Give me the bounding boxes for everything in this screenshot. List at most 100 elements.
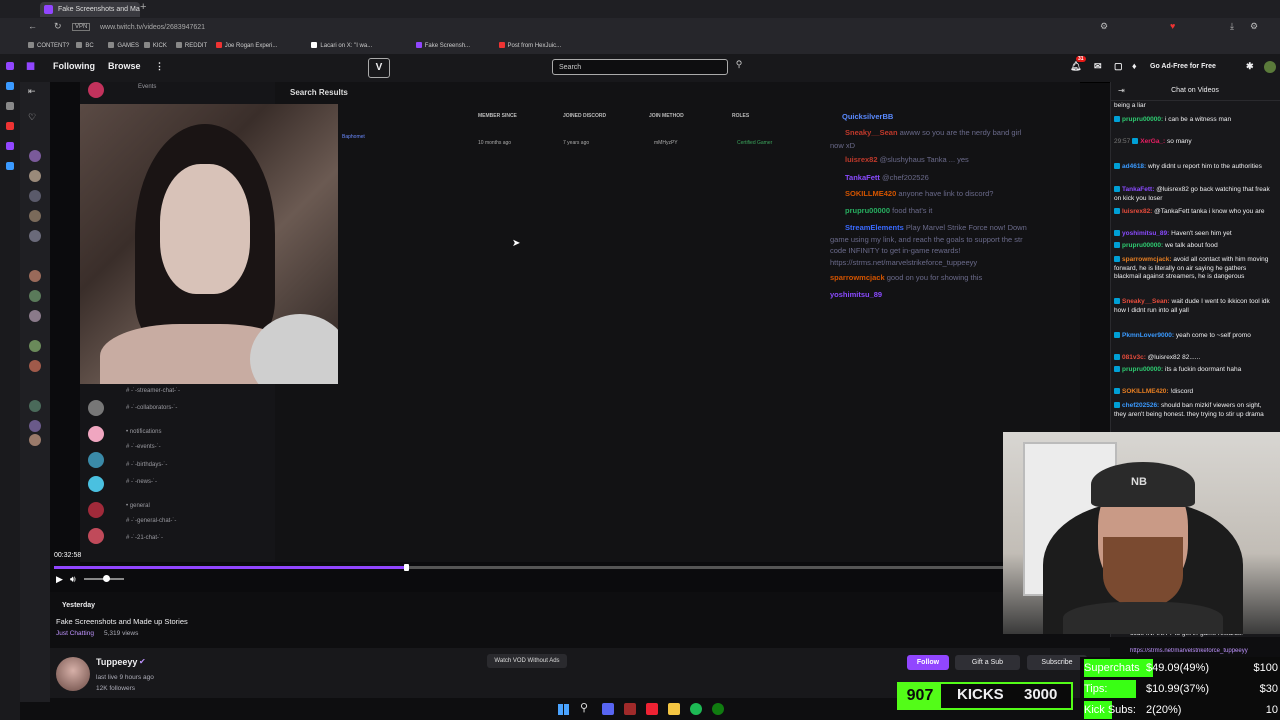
channel-avatar[interactable] <box>29 310 41 322</box>
settings-icon[interactable]: ⚙ <box>1250 21 1258 32</box>
spotify-icon[interactable] <box>690 703 702 715</box>
bookmark-item[interactable]: Lacari on X: "I wa... <box>311 40 372 52</box>
chat-username[interactable]: luisrex82: <box>1122 208 1152 215</box>
search-input[interactable]: Search <box>552 59 728 75</box>
channel-avatar[interactable] <box>29 170 41 182</box>
extensions-icon[interactable]: ⚙ <box>1100 21 1108 32</box>
nav-following[interactable]: Following <box>53 61 95 71</box>
channel-name[interactable]: Tuppeeyy <box>96 657 137 667</box>
watch-vod-without-ads-button[interactable]: Watch VOD Without Ads <box>487 654 567 668</box>
back-icon[interactable]: ← <box>28 21 37 31</box>
channel-avatar[interactable] <box>29 270 41 282</box>
chat-username[interactable]: yoshimitsu_89: <box>1122 230 1169 237</box>
discord-icon[interactable] <box>602 703 614 715</box>
channel-avatar[interactable] <box>29 230 41 242</box>
whispers-icon[interactable]: ▢ <box>1114 61 1123 72</box>
download-icon[interactable]: ⤓ <box>1230 21 1234 32</box>
chat-username[interactable]: prupru00000: <box>1122 242 1163 249</box>
bookmark-label: Lacari on X: "I wa... <box>320 43 373 49</box>
search-icon[interactable]: ⚲ <box>580 701 592 714</box>
channel-avatar[interactable] <box>29 434 41 446</box>
bookmark-item[interactable]: Fake Screensh... <box>415 40 471 52</box>
vod-logo-icon: V <box>368 58 390 78</box>
channel-avatar[interactable] <box>29 420 41 432</box>
follow-button[interactable]: Follow <box>907 655 949 670</box>
twitch-shortcut-icon[interactable] <box>6 62 14 70</box>
chat-text: now xD <box>830 141 856 150</box>
browser-icon[interactable] <box>646 703 658 715</box>
inbox-icon[interactable]: ✉ <box>1094 61 1102 72</box>
bookmark-label: Post from HexJuic... <box>507 43 562 49</box>
user-avatar[interactable] <box>1264 61 1276 73</box>
shortcut-icon[interactable] <box>6 142 14 150</box>
chat-badge-icon <box>1114 242 1120 249</box>
extension-icon[interactable]: ✱ <box>1246 61 1254 72</box>
bookmark-item[interactable]: REDDIT <box>175 40 207 52</box>
channel-avatar[interactable] <box>29 290 41 302</box>
messenger-shortcut-icon[interactable] <box>6 82 14 90</box>
chat-message: sparrowmcjack: avoid all contact with hi… <box>1114 256 1274 282</box>
chat-username[interactable]: ad4618: <box>1122 163 1146 170</box>
channel-avatar[interactable] <box>29 150 41 162</box>
windows-start-icon[interactable] <box>558 704 569 715</box>
channel-avatar[interactable] <box>29 400 41 412</box>
bookmark-item[interactable]: BC <box>76 40 94 52</box>
chat-username[interactable]: PkmnLover9000: <box>1122 332 1174 339</box>
notification-count-badge: 31 <box>1076 56 1086 62</box>
reload-icon[interactable]: ↻ <box>54 21 62 32</box>
seek-handle[interactable] <box>403 564 409 571</box>
more-icon[interactable]: ⋮ <box>155 61 164 72</box>
channel-avatar[interactable] <box>29 340 41 352</box>
url-field[interactable]: www.twitch.tv/videos/2683947621 <box>100 21 205 35</box>
chat-username[interactable]: 081v3c: <box>1122 354 1146 361</box>
channel-avatar[interactable] <box>29 190 41 202</box>
collapse-icon[interactable]: ⇤ <box>28 86 36 97</box>
new-tab-button[interactable]: + <box>140 1 146 13</box>
chat-text: its a fuckin doormant haha <box>1165 366 1242 373</box>
browser-tab[interactable]: Fake Screenshots and Ma <box>40 2 140 17</box>
chat-username[interactable]: Sneaky__Sean: <box>1122 298 1170 305</box>
screenshot-chat-line: yoshimitsu_89 <box>830 290 882 299</box>
bookmark-label: Fake Screensh... <box>424 43 471 49</box>
channel-avatar[interactable] <box>29 360 41 372</box>
go-ad-free-button[interactable]: Go Ad-Free for Free <box>1150 59 1230 75</box>
prime-icon[interactable]: ♦ <box>1132 61 1137 71</box>
subscribe-button[interactable]: Subscribe <box>1027 655 1087 670</box>
xbox-icon[interactable] <box>712 703 724 715</box>
shortcut-icon[interactable] <box>6 122 14 130</box>
search-icon[interactable]: ⚲ <box>731 59 747 75</box>
notifications-icon[interactable]: 🔔︎ <box>1070 61 1081 72</box>
volume-handle[interactable] <box>103 575 110 582</box>
shortcut-icon[interactable] <box>6 102 14 110</box>
play-icon[interactable]: ▶ <box>56 574 63 585</box>
collapse-chat-icon[interactable]: ⇥ <box>1118 86 1125 95</box>
channel-avatar[interactable] <box>56 657 90 691</box>
mouse-cursor-icon: ➤ <box>512 238 521 249</box>
twitch-logo-icon[interactable]: ◼ <box>26 59 35 72</box>
chat-username[interactable]: SOKILLME420: <box>1122 388 1169 395</box>
volume-icon[interactable]: 🔊︎ <box>70 574 76 585</box>
nav-browse[interactable]: Browse <box>108 61 141 71</box>
heart-icon[interactable]: ♥ <box>1170 21 1175 31</box>
bookmark-item[interactable]: GAMES <box>108 40 139 52</box>
chat-username[interactable]: TankaFett: <box>1122 186 1154 193</box>
shortcut-icon[interactable] <box>6 162 14 170</box>
chat-username[interactable]: prupru00000: <box>1122 366 1163 373</box>
bookmark-label: Joe Rogan Experi... <box>224 43 278 49</box>
chat-username[interactable]: XerGa_: <box>1140 138 1165 145</box>
bookmark-item[interactable]: Joe Rogan Experi... <box>215 40 278 52</box>
video-category[interactable]: Just Chatting <box>56 630 94 637</box>
chat-username[interactable]: chef202526: <box>1122 402 1159 409</box>
channel-avatar[interactable] <box>29 210 41 222</box>
bookmark-item[interactable]: KICK <box>143 40 167 52</box>
bookmark-item[interactable]: CONTENT? <box>28 40 69 52</box>
chat-username[interactable]: sparrowmcjack: <box>1122 256 1172 263</box>
gift-sub-button[interactable]: Gift a Sub <box>955 655 1020 670</box>
obs-icon[interactable] <box>624 703 636 715</box>
vpn-badge[interactable]: VPN <box>72 23 91 31</box>
chat-username[interactable]: prupru00000: <box>1122 116 1163 123</box>
bookmark-icon <box>215 42 222 49</box>
folder-icon[interactable] <box>668 703 680 715</box>
bookmark-item[interactable]: Post from HexJuic... <box>498 40 562 52</box>
chat-link[interactable]: https://strms.net/marvelstrikeforce_tupp… <box>1130 648 1278 654</box>
